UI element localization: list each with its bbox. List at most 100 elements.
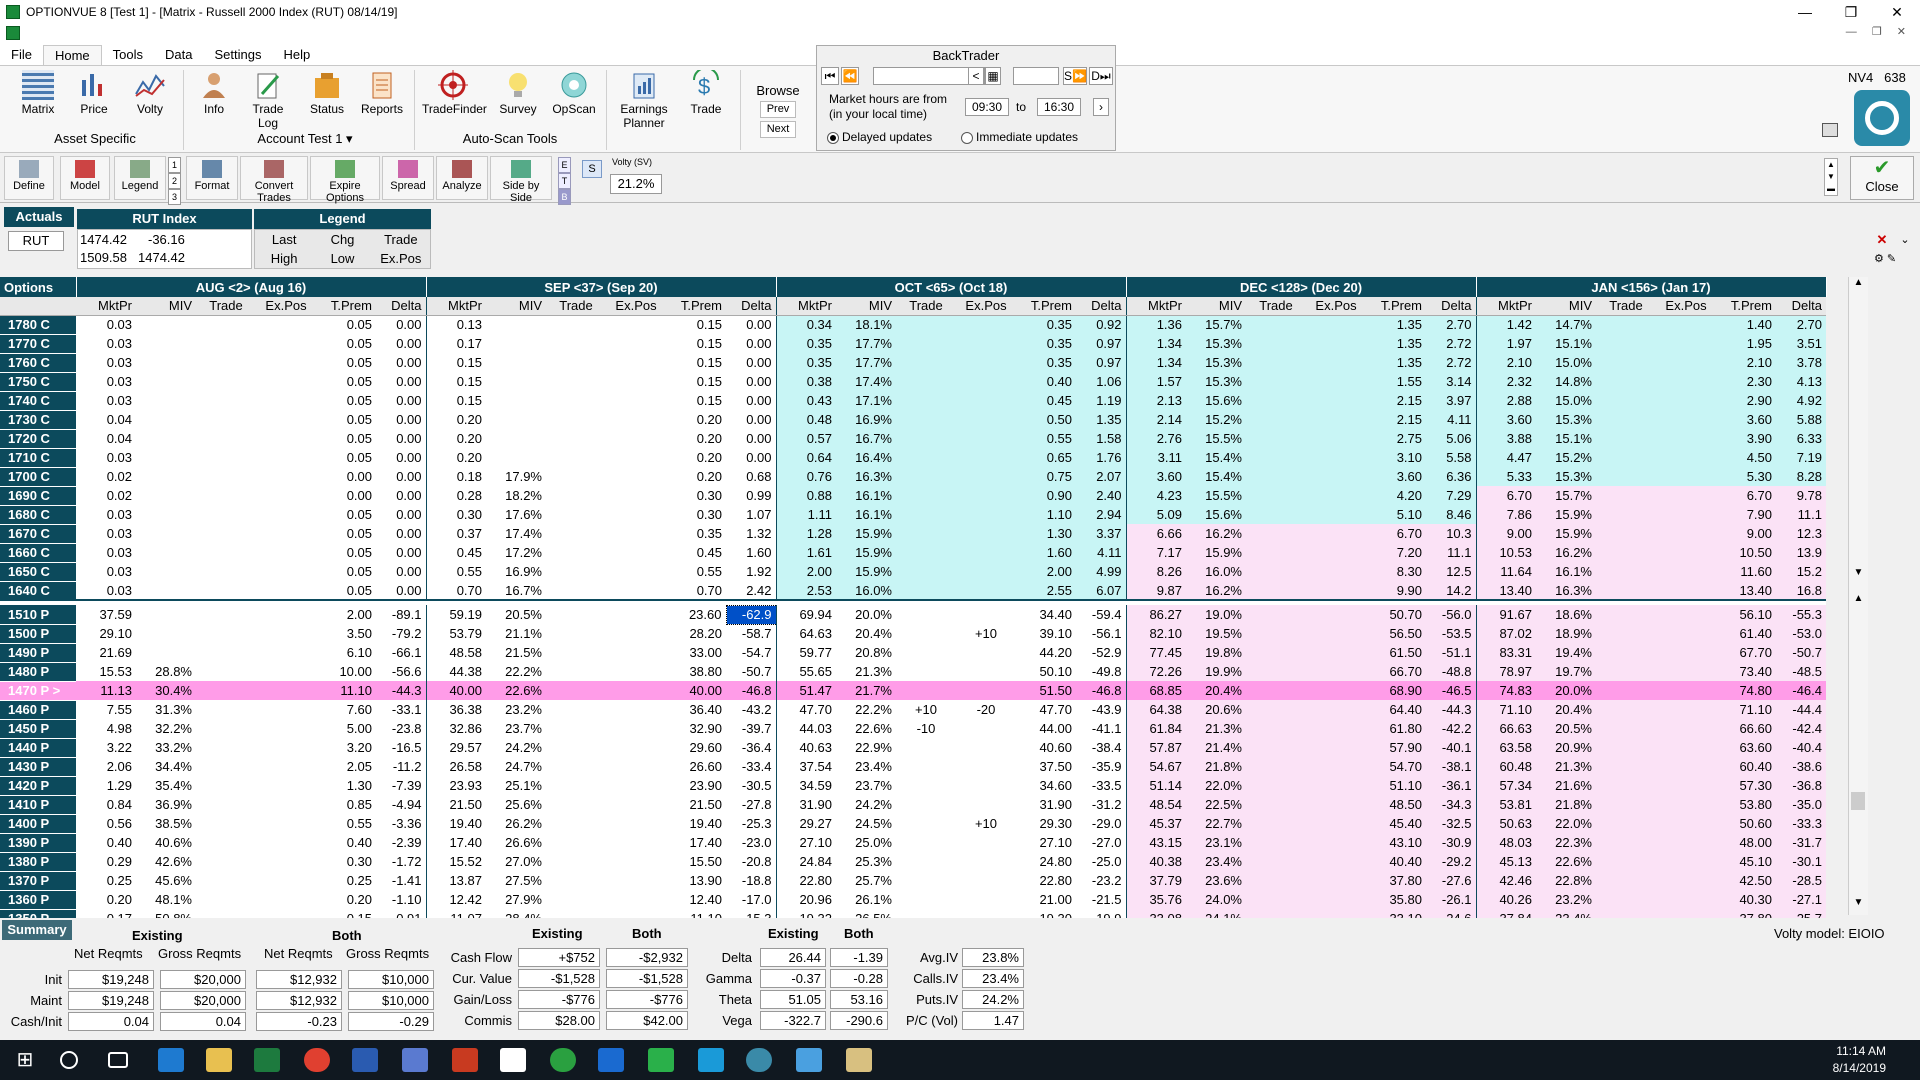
- matrix-cell[interactable]: 0.05: [316, 543, 376, 562]
- matrix-cell[interactable]: 1.29: [76, 776, 136, 795]
- matrix-cell[interactable]: 0.00: [376, 353, 426, 372]
- matrix-cell[interactable]: -1.72: [376, 852, 426, 871]
- matrix-cell[interactable]: 0.28: [425, 486, 486, 505]
- matrix-cell[interactable]: 0.18: [425, 467, 486, 486]
- strike-cell[interactable]: 1460 P: [0, 700, 76, 720]
- matrix-cell[interactable]: [1306, 624, 1366, 643]
- matrix-cell[interactable]: 50.10: [1016, 662, 1076, 681]
- matrix-cell[interactable]: [956, 795, 1016, 814]
- matrix-cell[interactable]: 4.92: [1776, 391, 1826, 410]
- matrix-cell[interactable]: 1.40: [1716, 315, 1776, 334]
- matrix-cell[interactable]: 16.0%: [836, 581, 896, 600]
- matrix-cell[interactable]: -46.8: [726, 681, 776, 700]
- menu-tools[interactable]: Tools: [102, 45, 154, 65]
- matrix-cell[interactable]: [1306, 814, 1366, 833]
- matrix-cell[interactable]: 0.05: [316, 410, 376, 429]
- matrix-cell[interactable]: [486, 334, 546, 353]
- matrix-cell[interactable]: 3.22: [76, 738, 136, 757]
- matrix-cell[interactable]: [1656, 700, 1716, 719]
- matrix-cell[interactable]: -27.6: [1426, 871, 1476, 890]
- matrix-cell[interactable]: 3.90: [1716, 429, 1776, 448]
- matrix-cell[interactable]: 2.70: [1426, 315, 1476, 334]
- apply-hours-button[interactable]: ›: [1093, 98, 1109, 116]
- matrix-cell[interactable]: 4.11: [1426, 410, 1476, 429]
- matrix-cell[interactable]: 15.3%: [1186, 334, 1246, 353]
- matrix-cell[interactable]: 10.00: [316, 662, 376, 681]
- matrix-cell[interactable]: 19.40: [666, 814, 726, 833]
- matrix-cell[interactable]: [1246, 605, 1306, 624]
- matrix-cell[interactable]: 40.00: [425, 681, 486, 700]
- table-row[interactable]: 1670 C 0.03 0.05 0.00 0.37 17.4% 0.35 1.32 1.28 1…: [0, 524, 1826, 544]
- matrix-cell[interactable]: 0.15: [666, 334, 726, 353]
- matrix-cell[interactable]: [1246, 852, 1306, 871]
- matrix-cell[interactable]: -20.8: [726, 852, 776, 871]
- matrix-cell[interactable]: 48.00: [1716, 833, 1776, 852]
- matrix-cell[interactable]: [1656, 833, 1716, 852]
- matrix-cell[interactable]: 39.10: [1016, 624, 1076, 643]
- matrix-cell[interactable]: [896, 795, 956, 814]
- matrix-cell[interactable]: 0.35: [1016, 353, 1076, 372]
- strike-cell[interactable]: 1670 C: [0, 524, 76, 544]
- matrix-cell[interactable]: [1596, 700, 1656, 719]
- trade-button[interactable]: $ Trade: [680, 67, 732, 116]
- matrix-cell[interactable]: 0.45: [1016, 391, 1076, 410]
- matrix-cell[interactable]: 16.1%: [836, 505, 896, 524]
- strike-cell[interactable]: 1480 P: [0, 662, 76, 682]
- matrix-cell[interactable]: 18.2%: [486, 486, 546, 505]
- matrix-cell[interactable]: 0.20: [425, 410, 486, 429]
- matrix-cell[interactable]: [1656, 795, 1716, 814]
- close-window-button[interactable]: ✕: [1874, 4, 1920, 21]
- matrix-cell[interactable]: 6.70: [1366, 524, 1426, 543]
- matrix-cell[interactable]: [896, 524, 956, 543]
- strike-cell[interactable]: 1400 P: [0, 814, 76, 834]
- matrix-cell[interactable]: [1656, 871, 1716, 890]
- matrix-cell[interactable]: 1.07: [726, 505, 776, 524]
- matrix-cell[interactable]: [1656, 353, 1716, 372]
- matrix-cell[interactable]: [1246, 562, 1306, 581]
- matrix-cell[interactable]: [256, 410, 316, 429]
- mdi-controls[interactable]: — ❐ ✕: [1846, 25, 1912, 38]
- matrix-cell[interactable]: 18.9%: [1536, 624, 1596, 643]
- matrix-cell[interactable]: 13.9: [1776, 543, 1826, 562]
- matrix-cell[interactable]: -25.0: [1076, 852, 1126, 871]
- matrix-cell[interactable]: [1656, 334, 1716, 353]
- matrix-cell[interactable]: 17.4%: [836, 372, 896, 391]
- matrix-cell[interactable]: [1306, 467, 1366, 486]
- matrix-cell[interactable]: 71.10: [1475, 700, 1536, 719]
- matrix-cell[interactable]: 1.92: [726, 562, 776, 581]
- matrix-cell[interactable]: 3.20: [316, 738, 376, 757]
- table-row[interactable]: 1440 P 3.22 33.2% 3.20 -16.5 29.57 24.2% 29.60-…: [0, 738, 1826, 758]
- matrix-cell[interactable]: 0.15: [666, 391, 726, 410]
- matrix-cell[interactable]: 4.11: [1076, 543, 1126, 562]
- s-button[interactable]: S: [582, 160, 602, 178]
- matrix-cell[interactable]: 7.60: [316, 700, 376, 719]
- matrix-cell[interactable]: [136, 410, 196, 429]
- matrix-cell[interactable]: 16.7%: [486, 581, 546, 600]
- zoom-spinner[interactable]: ▲ ▼ ▬: [1824, 158, 1838, 196]
- matrix-cell[interactable]: 1.30: [316, 776, 376, 795]
- matrix-cell[interactable]: -7.39: [376, 776, 426, 795]
- matrix-cell[interactable]: [956, 681, 1016, 700]
- matrix-cell[interactable]: 3.88: [1475, 429, 1536, 448]
- matrix-cell[interactable]: 6.70: [1716, 486, 1776, 505]
- matrix-cell[interactable]: 0.05: [316, 448, 376, 467]
- matrix-cell[interactable]: [196, 624, 256, 643]
- matrix-cell[interactable]: 9.78: [1776, 486, 1826, 505]
- matrix-cell[interactable]: 22.0%: [1186, 776, 1246, 795]
- matrix-cell[interactable]: [256, 814, 316, 833]
- table-row[interactable]: 1510 P 37.59 2.00 -89.1 59.19 20.5% 23.60 -62.9…: [0, 604, 1826, 625]
- matrix-cell[interactable]: [1656, 890, 1716, 909]
- matrix-cell[interactable]: 31.3%: [136, 700, 196, 719]
- scroll-down-puts-icon[interactable]: ▼: [1849, 897, 1868, 908]
- matrix-cell[interactable]: 15.6%: [1186, 391, 1246, 410]
- matrix-cell[interactable]: 23.93: [425, 776, 486, 795]
- matrix-cell[interactable]: [1306, 353, 1366, 372]
- matrix-cell[interactable]: -36.1: [1426, 776, 1476, 795]
- backtrader-prev-icon[interactable]: <: [968, 67, 984, 85]
- strike-cell[interactable]: 1490 P: [0, 643, 76, 663]
- matrix-cell[interactable]: [136, 353, 196, 372]
- matrix-cell[interactable]: [1596, 581, 1656, 600]
- matrix-cell[interactable]: [1656, 486, 1716, 505]
- strike-cell[interactable]: 1510 P: [0, 605, 76, 625]
- matrix-cell[interactable]: [956, 871, 1016, 890]
